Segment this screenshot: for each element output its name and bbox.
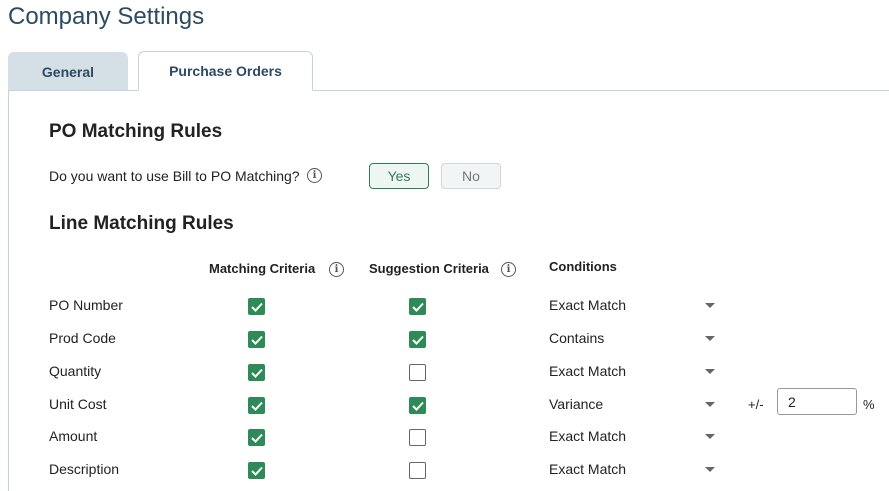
condition-value: Exact Match <box>549 461 627 477</box>
caret-down-icon <box>705 434 715 439</box>
matching-criteria-checkbox[interactable] <box>248 298 265 315</box>
condition-dropdown[interactable]: Exact Match <box>549 428 719 450</box>
matching-criteria-checkbox[interactable] <box>248 331 265 348</box>
variance-prefix: +/- <box>748 397 764 412</box>
caret-down-icon <box>705 369 715 374</box>
po-matching-heading: PO Matching Rules <box>49 121 223 142</box>
suggestion-criteria-checkbox[interactable] <box>409 462 426 479</box>
caret-down-icon <box>705 336 715 341</box>
condition-dropdown[interactable]: Exact Match <box>549 461 719 483</box>
row-label: PO Number <box>49 297 123 313</box>
condition-value: Variance <box>549 396 604 412</box>
matching-criteria-checkbox[interactable] <box>248 364 265 381</box>
suggestion-criteria-checkbox[interactable] <box>409 331 426 348</box>
variance-input[interactable] <box>777 388 857 415</box>
row-label: Unit Cost <box>49 396 107 412</box>
condition-dropdown[interactable]: Exact Match <box>549 363 719 385</box>
row-label: Prod Code <box>49 330 116 346</box>
conditions-header: Conditions <box>549 259 617 274</box>
info-icon[interactable]: i <box>501 262 516 277</box>
suggestion-criteria-checkbox[interactable] <box>409 364 426 381</box>
condition-dropdown[interactable]: Exact Match <box>549 297 719 319</box>
caret-down-icon <box>705 467 715 472</box>
bill-to-po-question: Do you want to use Bill to PO Matching? <box>49 168 300 184</box>
row-label: Description <box>49 461 120 477</box>
suggestion-criteria-checkbox[interactable] <box>409 429 426 446</box>
condition-value: Exact Match <box>549 297 627 313</box>
page-title: Company Settings <box>8 3 205 30</box>
matching-criteria-checkbox[interactable] <box>248 397 265 414</box>
condition-value: Exact Match <box>549 428 627 444</box>
matching-criteria-header: Matching Criteria <box>209 261 316 276</box>
suggestion-criteria-header: Suggestion Criteria <box>369 261 489 276</box>
matching-criteria-checkbox[interactable] <box>248 462 265 479</box>
no-button[interactable]: No <box>441 163 501 189</box>
condition-value: Contains <box>549 330 605 346</box>
tab-purchase-orders[interactable]: Purchase Orders <box>138 51 313 91</box>
info-icon[interactable]: i <box>307 168 322 183</box>
condition-dropdown[interactable]: Variance <box>549 396 719 418</box>
line-matching-heading: Line Matching Rules <box>49 213 234 234</box>
condition-value: Exact Match <box>549 363 627 379</box>
row-label: Amount <box>49 428 98 444</box>
settings-panel <box>8 90 889 491</box>
caret-down-icon <box>705 303 715 308</box>
suggestion-criteria-checkbox[interactable] <box>409 397 426 414</box>
variance-suffix: % <box>863 397 875 412</box>
suggestion-criteria-checkbox[interactable] <box>409 298 426 315</box>
info-icon[interactable]: i <box>329 262 344 277</box>
yes-button[interactable]: Yes <box>369 163 429 189</box>
tab-general[interactable]: General <box>8 52 128 91</box>
caret-down-icon <box>705 402 715 407</box>
condition-dropdown[interactable]: Contains <box>549 330 719 352</box>
matching-criteria-checkbox[interactable] <box>248 429 265 446</box>
row-label: Quantity <box>49 363 102 379</box>
